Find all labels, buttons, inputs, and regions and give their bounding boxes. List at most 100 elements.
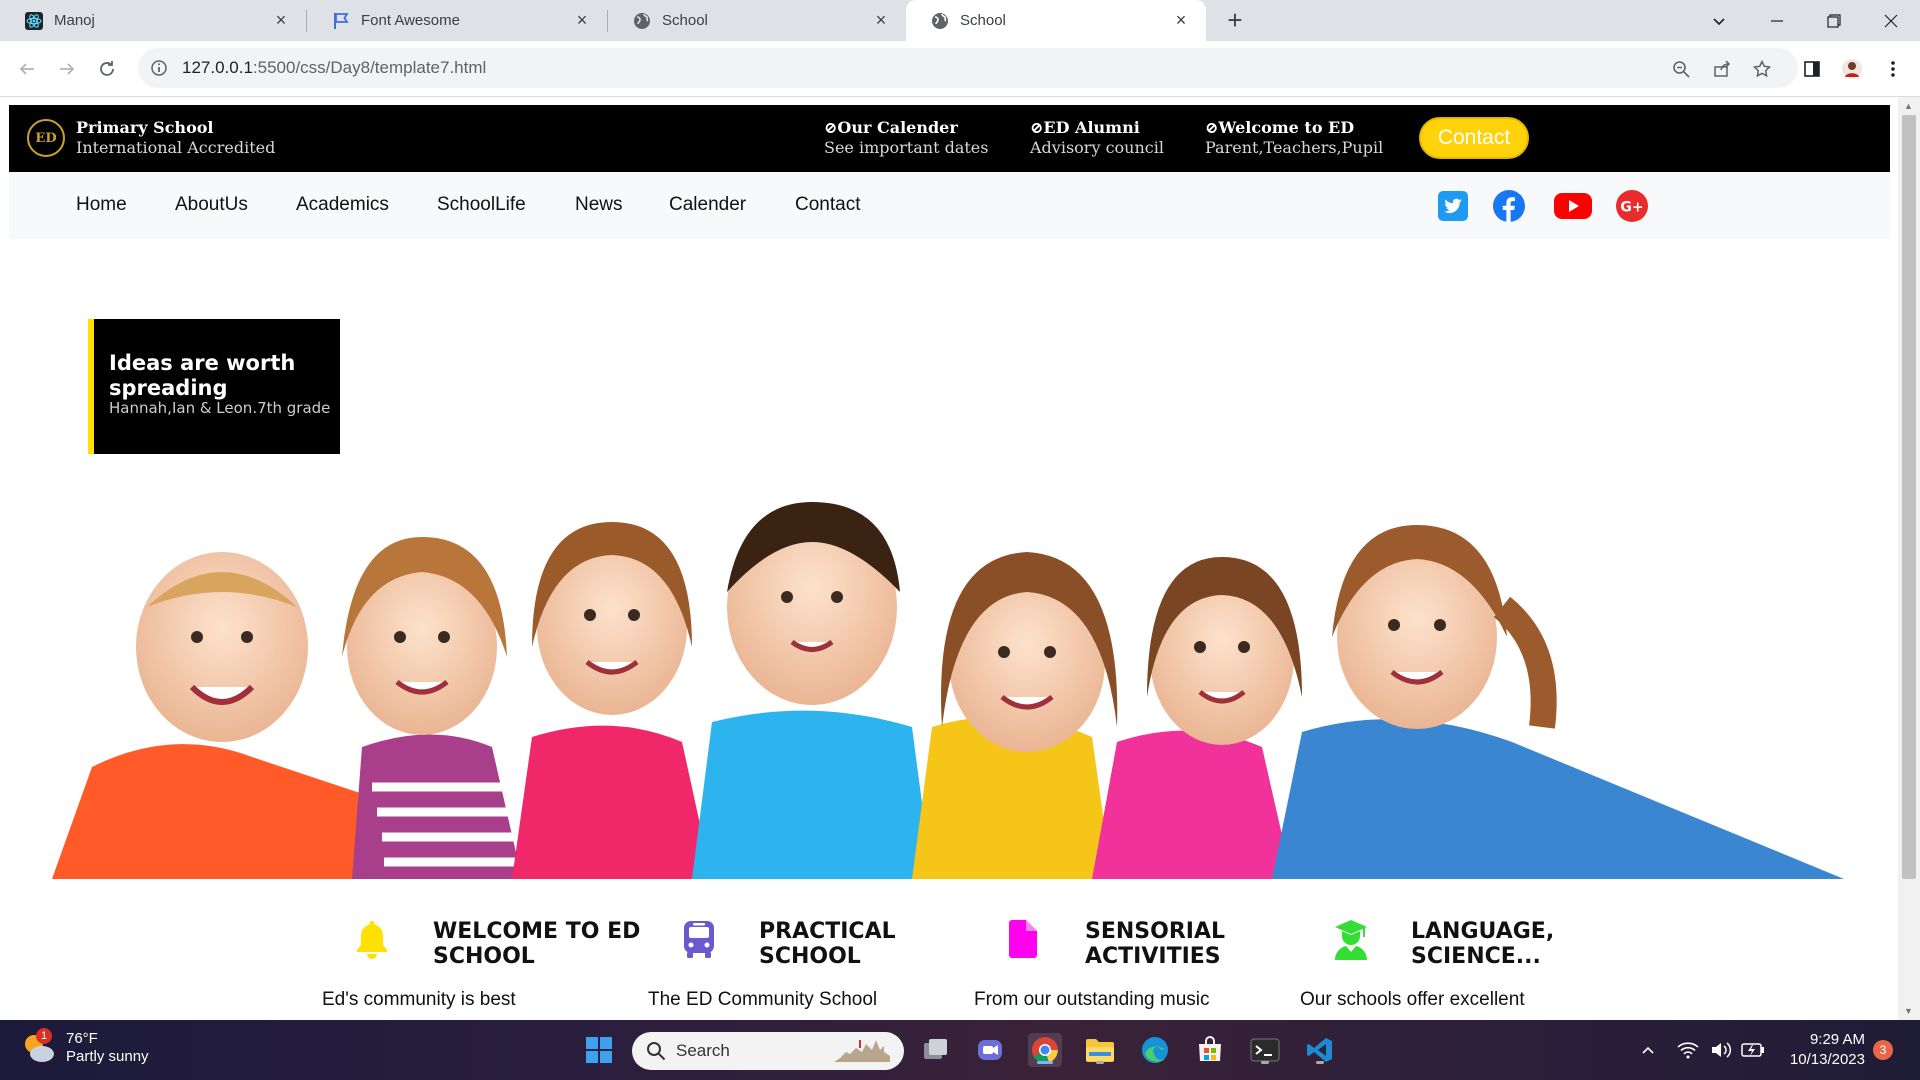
search-placeholder: Search [676, 1041, 730, 1060]
feature-text: Our schools offer excellent [1300, 989, 1525, 1010]
hero-children-image [52, 502, 1844, 879]
nav-school-life[interactable]: SchoolLife [437, 194, 526, 216]
url-host: 127.0.0.1 [182, 58, 253, 77]
volume-icon[interactable] [1708, 1033, 1734, 1067]
calender-subtitle: See important dates [824, 138, 989, 157]
user-graduate-icon [1333, 919, 1373, 963]
tab-school[interactable]: School × [608, 0, 906, 41]
teams-chat-icon[interactable] [973, 1033, 1007, 1067]
running-indicator [1096, 1061, 1104, 1064]
minimize-icon[interactable] [1748, 0, 1806, 41]
quote-title: Ideas are worth spreading [109, 351, 296, 400]
facebook-icon[interactable] [1491, 188, 1527, 224]
globe-icon [930, 11, 950, 31]
calender-title: ⊘Our Calender [824, 118, 958, 137]
close-tab-icon[interactable]: × [272, 11, 290, 29]
scrollbar-thumb[interactable] [1902, 115, 1916, 879]
forward-icon[interactable] [51, 53, 83, 85]
weather-text: 76°F Partly sunny [66, 1030, 149, 1066]
active-indicator [1037, 1061, 1053, 1064]
tab-school-active[interactable]: School × [906, 0, 1206, 41]
profile-avatar[interactable] [1836, 53, 1868, 85]
nav-news[interactable]: News [575, 194, 623, 216]
page-scrollbar[interactable]: ▲ ▼ [1898, 97, 1920, 1020]
tab-search-icon[interactable] [1690, 0, 1748, 41]
scroll-up-icon[interactable]: ▲ [1904, 101, 1913, 111]
address-bar[interactable]: 127.0.0.1:5500/css/Day8/template7.html [138, 48, 1798, 88]
side-panel-icon[interactable] [1796, 53, 1828, 85]
url-path: :5500/css/Day8/template7.html [252, 58, 487, 77]
google-plus-icon[interactable]: G+ [1614, 188, 1650, 224]
share-icon[interactable] [1706, 53, 1738, 85]
search-highlight-icon [832, 1038, 892, 1069]
feature-title: LANGUAGE, SCIENCE... [1411, 919, 1555, 969]
microsoft-store-icon[interactable] [1193, 1033, 1227, 1067]
new-tab-button[interactable]: + [1220, 5, 1250, 35]
partly-sunny-icon: 1 [20, 1028, 56, 1066]
zoom-icon[interactable] [1665, 53, 1697, 85]
weather-temp: 76°F [66, 1030, 98, 1047]
close-tab-icon[interactable]: × [872, 11, 890, 29]
taskbar-clock[interactable]: 9:29 AM 10/13/2023 [1775, 1030, 1865, 1070]
feature-text: From our outstanding music [974, 989, 1210, 1010]
close-tab-icon[interactable]: × [1172, 11, 1190, 29]
feature-title: SENSORIAL ACTIVITIES [1085, 919, 1226, 969]
quote-subtitle: Hannah,Ian & Leon.7th grade [109, 399, 331, 417]
bookmark-star-icon[interactable] [1746, 53, 1778, 85]
search-icon [646, 1041, 666, 1061]
welcome-block[interactable]: ⊘Welcome to ED Parent,Teachers,Pupil [1205, 118, 1383, 158]
file-explorer-icon[interactable] [1083, 1033, 1117, 1067]
twitter-icon[interactable] [1435, 188, 1471, 224]
tab-font-awesome[interactable]: Font Awesome × [307, 0, 607, 41]
battery-icon[interactable] [1740, 1033, 1766, 1067]
top-header: ED Primary School International Accredit… [9, 105, 1890, 172]
tab-title: School [662, 12, 708, 29]
vscode-icon[interactable] [1303, 1033, 1337, 1067]
url-text: 127.0.0.1:5500/css/Day8/template7.html [182, 58, 486, 78]
contact-button[interactable]: Contact [1419, 117, 1529, 159]
main-nav: Home AboutUs Academics SchoolLife News C… [9, 172, 1890, 239]
close-tab-icon[interactable]: × [573, 11, 591, 29]
windows-start-icon[interactable] [582, 1033, 616, 1067]
brand-title: Primary School [76, 118, 214, 137]
nav-calender[interactable]: Calender [669, 194, 746, 216]
chrome-icon[interactable] [1028, 1033, 1062, 1067]
edge-icon[interactable] [1138, 1033, 1172, 1067]
logo-text: ED [35, 130, 57, 146]
nav-home[interactable]: Home [76, 194, 127, 216]
wifi-icon[interactable] [1675, 1033, 1701, 1067]
brand-block: Primary School International Accredited [76, 118, 275, 158]
back-icon[interactable] [11, 53, 43, 85]
clock-date: 10/13/2023 [1789, 1051, 1865, 1068]
youtube-icon[interactable] [1552, 188, 1594, 224]
clock-time: 9:29 AM [1809, 1031, 1865, 1048]
nav-about-us[interactable]: AboutUs [175, 194, 248, 216]
chevron-up-icon[interactable] [1635, 1033, 1661, 1067]
react-icon [24, 11, 44, 31]
weather-desc: Partly sunny [66, 1048, 149, 1065]
nav-contact[interactable]: Contact [795, 194, 860, 216]
scroll-down-icon[interactable]: ▼ [1904, 1006, 1913, 1016]
menu-kebab-icon[interactable] [1877, 53, 1909, 85]
alumni-block[interactable]: ⊘ED Alumni Advisory council [1030, 118, 1164, 158]
tab-bar: Manoj × Font Awesome × School × School ×… [0, 0, 1920, 41]
alumni-title: ⊘ED Alumni [1030, 118, 1140, 137]
school-logo[interactable]: ED [27, 119, 65, 157]
file-icon [1007, 919, 1047, 963]
svg-text:G+: G+ [1620, 200, 1643, 216]
feature-title: PRACTICAL SCHOOL [759, 919, 896, 969]
notification-badge[interactable]: 3 [1873, 1040, 1893, 1060]
reload-icon[interactable] [91, 53, 123, 85]
terminal-icon[interactable] [1248, 1033, 1282, 1067]
weather-widget[interactable]: 1 76°F Partly sunny [20, 1028, 149, 1066]
tab-manoj[interactable]: Manoj × [0, 0, 306, 41]
taskbar-search[interactable]: Search [632, 1032, 904, 1070]
calender-block[interactable]: ⊘Our Calender See important dates [824, 118, 988, 158]
nav-academics[interactable]: Academics [296, 194, 389, 216]
feature-text: Ed's community is best [322, 989, 516, 1010]
close-window-icon[interactable] [1862, 0, 1920, 41]
info-icon[interactable] [150, 59, 168, 77]
task-view-icon[interactable] [919, 1033, 953, 1067]
restore-icon[interactable] [1805, 0, 1863, 41]
tab-title: Font Awesome [361, 12, 460, 29]
